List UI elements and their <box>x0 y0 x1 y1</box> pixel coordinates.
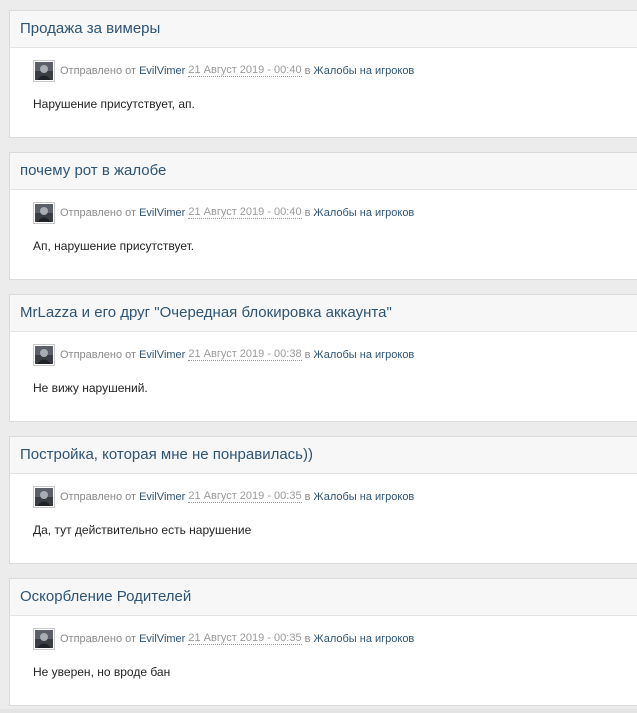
sent-by-label: Отправлено от <box>60 632 137 645</box>
author-link[interactable]: EvilVimer <box>139 207 185 219</box>
post-card: почему рот в жалобе Отправлено от EvilVi… <box>9 152 637 280</box>
user-avatar-icon <box>35 61 53 80</box>
post-title-link[interactable]: Постройка, которая мне не понравилась)) <box>20 446 313 463</box>
in-label: в <box>304 490 311 503</box>
post-body: Ап, нарушение присутствует. <box>33 239 195 253</box>
in-label: в <box>304 348 311 361</box>
post-title-link[interactable]: почему рот в жалобе <box>20 162 166 179</box>
post-date: 21 Август 2019 - 00:35 <box>188 632 302 645</box>
post-meta: Отправлено от EvilVimer 21 Август 2019 -… <box>33 484 414 509</box>
post-card: Оскорбление Родителей Отправлено от Evil… <box>9 578 637 706</box>
post-body: Да, тут действительно есть нарушение <box>33 523 252 537</box>
avatar[interactable] <box>33 485 55 508</box>
post-date: 21 Август 2019 - 00:38 <box>188 348 302 361</box>
post-header: почему рот в жалобе <box>10 153 637 190</box>
post-title-link[interactable]: MrLazza и его друг "Очередная блокировка… <box>20 304 392 321</box>
sent-by-label: Отправлено от <box>60 348 137 361</box>
post-meta: Отправлено от EvilVimer 21 Август 2019 -… <box>33 200 414 225</box>
post-header: Оскорбление Родителей <box>10 579 637 616</box>
post-date: 21 Август 2019 - 00:40 <box>188 64 302 77</box>
in-label: в <box>304 206 311 219</box>
avatar[interactable] <box>33 201 55 224</box>
post-card: MrLazza и его друг "Очередная блокировка… <box>9 294 637 422</box>
in-label: в <box>304 64 311 77</box>
author-link[interactable]: EvilVimer <box>139 633 185 645</box>
post-body: Не уверен, но вроде бан <box>33 665 171 679</box>
user-avatar-icon <box>35 203 53 222</box>
post-card: Постройка, которая мне не понравилась)) … <box>9 436 637 564</box>
post-header: Продажа за вимеры <box>10 11 637 48</box>
post-meta: Отправлено от EvilVimer 21 Август 2019 -… <box>33 58 414 83</box>
post-meta: Отправлено от EvilVimer 21 Август 2019 -… <box>33 626 414 651</box>
sent-by-label: Отправлено от <box>60 64 137 77</box>
post-card: Продажа за вимеры Отправлено от EvilVime… <box>9 10 637 138</box>
post-header: MrLazza и его друг "Очередная блокировка… <box>10 295 637 332</box>
author-link[interactable]: EvilVimer <box>139 65 185 77</box>
forum-link[interactable]: Жалобы на игроков <box>313 349 414 361</box>
post-body: Нарушение присутствует, ап. <box>33 97 195 111</box>
sent-by-label: Отправлено от <box>60 490 137 503</box>
post-title-link[interactable]: Оскорбление Родителей <box>20 588 191 605</box>
user-avatar-icon <box>35 345 53 364</box>
author-link[interactable]: EvilVimer <box>139 491 185 503</box>
page-bottom-divider <box>0 709 637 713</box>
forum-link[interactable]: Жалобы на игроков <box>313 633 414 645</box>
user-avatar-icon <box>35 629 53 648</box>
forum-link[interactable]: Жалобы на игроков <box>313 491 414 503</box>
sent-by-label: Отправлено от <box>60 206 137 219</box>
forum-link[interactable]: Жалобы на игроков <box>313 65 414 77</box>
author-link[interactable]: EvilVimer <box>139 349 185 361</box>
avatar[interactable] <box>33 627 55 650</box>
post-title-link[interactable]: Продажа за вимеры <box>20 20 160 37</box>
avatar[interactable] <box>33 343 55 366</box>
post-date: 21 Август 2019 - 00:40 <box>188 206 302 219</box>
post-header: Постройка, которая мне не понравилась)) <box>10 437 637 474</box>
user-avatar-icon <box>35 487 53 506</box>
post-body: Не вижу нарушений. <box>33 381 148 395</box>
post-meta: Отправлено от EvilVimer 21 Август 2019 -… <box>33 342 414 367</box>
post-date: 21 Август 2019 - 00:35 <box>188 490 302 503</box>
avatar[interactable] <box>33 59 55 82</box>
forum-link[interactable]: Жалобы на игроков <box>313 207 414 219</box>
in-label: в <box>304 632 311 645</box>
